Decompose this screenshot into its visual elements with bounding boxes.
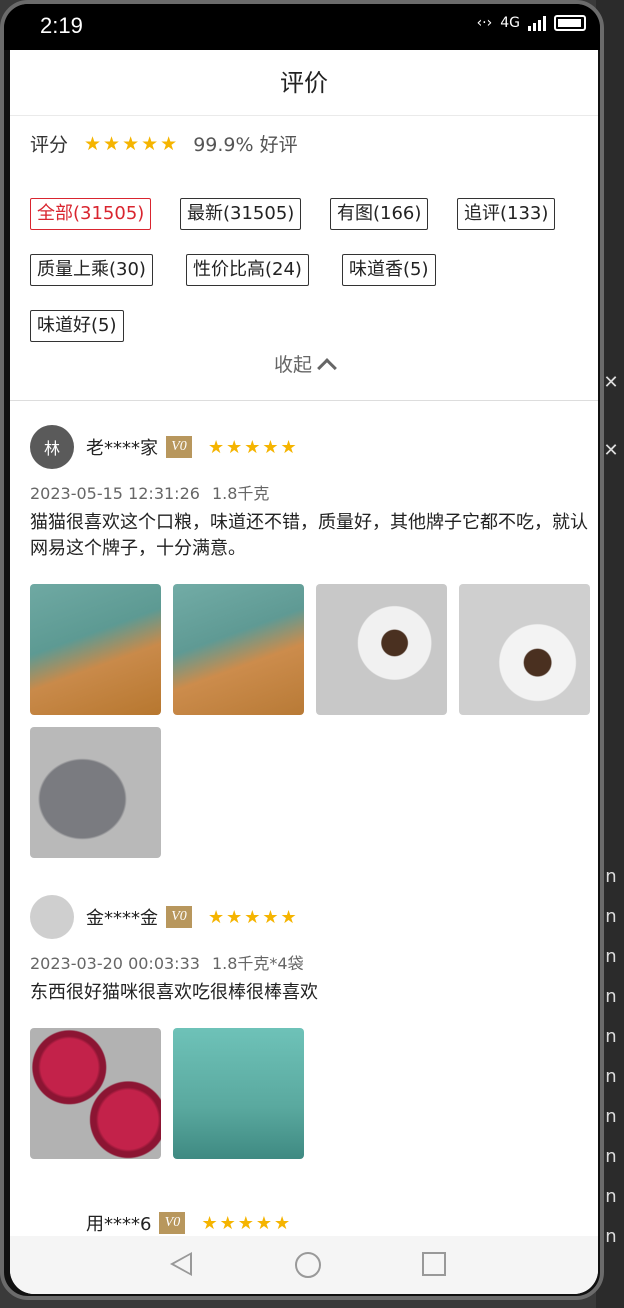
- reviewer-name: 老****家: [86, 438, 158, 459]
- review-image-cat-bowl[interactable]: [459, 584, 590, 715]
- tag-value[interactable]: 性价比高(24): [186, 254, 309, 286]
- review-stars-icon: ★★★★★: [201, 1212, 293, 1234]
- good-rate: 99.9% 好评: [193, 134, 298, 156]
- review-date: 2023-03-20 00:03:33: [30, 954, 200, 973]
- review-image-cat-food-bag[interactable]: [30, 584, 161, 715]
- rating-summary: 评分 ★★★★★ 99.9% 好评: [30, 130, 298, 157]
- chevron-up-icon: [317, 358, 337, 378]
- reviewer-name: 用****6: [86, 1214, 152, 1235]
- avatar[interactable]: 林: [30, 425, 74, 469]
- tag-all[interactable]: 全部(31505): [30, 198, 152, 230]
- page-title: 评价: [10, 50, 598, 116]
- collapse-button[interactable]: 收起: [10, 350, 598, 378]
- review-date: 2023-05-15 12:31:26: [30, 484, 200, 503]
- review-content: 东西很好猫咪很喜欢吃很棒很棒喜欢: [30, 982, 318, 1003]
- tag-latest[interactable]: 最新(31505): [180, 198, 302, 230]
- system-nav-bar: [10, 1236, 598, 1294]
- review-image-cat-bowl[interactable]: [316, 584, 447, 715]
- review-stars-icon: ★★★★★: [208, 906, 299, 928]
- level-badge: V0: [166, 436, 192, 458]
- review-image-cat-food-bag[interactable]: [173, 584, 304, 715]
- tag-with-images[interactable]: 有图(166): [330, 198, 429, 230]
- review-meta: 2023-05-15 12:31:26 1.8千克: [30, 480, 590, 504]
- collapse-label: 收起: [273, 354, 312, 376]
- review-spec: 1.8千克*4袋: [211, 954, 304, 973]
- review-content: 猫猫很喜欢这个口粮，味道还不错，质量好，其他牌子它都不吃，就认网易这个牌子，十分…: [30, 512, 588, 559]
- review-images: [30, 584, 590, 858]
- reviewer-name: 金****金: [86, 908, 158, 929]
- review-meta: 2023-03-20 00:03:33 1.8千克*4袋: [30, 950, 590, 974]
- tag-quality[interactable]: 质量上乘(30): [30, 254, 153, 286]
- back-icon[interactable]: [170, 1252, 192, 1276]
- review-item: 林 老****家 V0 ★★★★★ 2023-05-15 12:31:26 1.8…: [30, 424, 590, 858]
- tag-followup[interactable]: 追评(133): [457, 198, 556, 230]
- review-images: [30, 1028, 590, 1159]
- divider: [10, 400, 598, 401]
- rating-label: 评分: [30, 134, 69, 156]
- review-item: 金****金 V0 ★★★★★ 2023-03-20 00:03:33 1.8千克…: [30, 894, 590, 1159]
- review-image-cat-eating[interactable]: [30, 727, 161, 858]
- avatar[interactable]: [30, 895, 74, 939]
- recent-apps-icon[interactable]: [422, 1252, 446, 1276]
- level-badge: V0: [159, 1212, 186, 1234]
- rating-stars-icon: ★★★★★: [84, 132, 180, 155]
- tag-taste-fragrant[interactable]: 味道香(5): [342, 254, 436, 286]
- phone-frame: 2:19 ‹·› 4G 评价 评分 ★★★★★ 99.9% 好评 全部(3150…: [0, 0, 604, 1300]
- level-badge: V0: [166, 906, 192, 928]
- review-image-package-box[interactable]: [173, 1028, 304, 1159]
- tag-taste-good[interactable]: 味道好(5): [30, 310, 124, 342]
- review-stars-icon: ★★★★★: [208, 436, 299, 458]
- home-icon[interactable]: [295, 1252, 321, 1278]
- review-image-cat-cans[interactable]: [30, 1028, 161, 1159]
- review-spec: 1.8千克: [211, 484, 270, 503]
